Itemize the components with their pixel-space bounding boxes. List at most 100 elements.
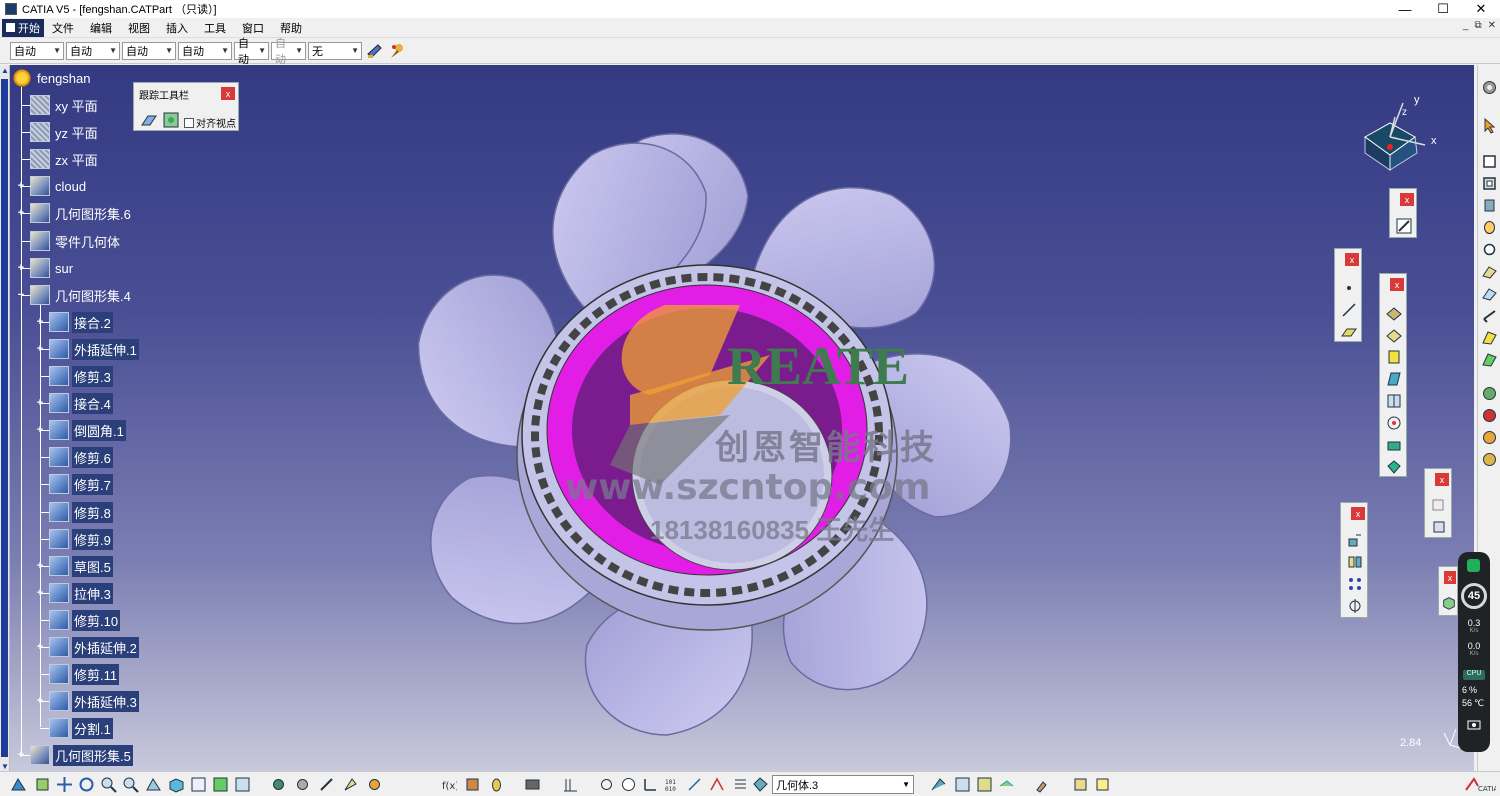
boolean-icon[interactable] — [954, 776, 971, 793]
zoom-out-icon[interactable] — [122, 776, 139, 793]
tree-item[interactable]: 零件几何体 — [21, 230, 122, 252]
tree-item[interactable]: + 外插延伸.3 — [37, 690, 139, 712]
tree-root[interactable]: fengshan — [12, 67, 93, 89]
shaft-icon[interactable] — [1481, 197, 1498, 214]
stiffener-icon[interactable] — [1481, 307, 1498, 324]
snap-icon[interactable] — [708, 776, 725, 793]
tree-item[interactable]: xy 平面 — [21, 94, 100, 116]
offset-surface-icon[interactable] — [1385, 436, 1403, 454]
menu-help[interactable]: 帮助 — [272, 20, 310, 36]
misc-toolbar-close-icon[interactable]: x — [1444, 571, 1456, 584]
tree-expander-icon[interactable]: + — [35, 560, 45, 572]
list-icon[interactable] — [732, 776, 749, 793]
measure-between-icon[interactable] — [270, 776, 287, 793]
3d-viewport[interactable]: REATE 创恩智能科技 www.szcntop.com 18138160835… — [10, 65, 1474, 771]
format-painter-icon[interactable] — [1034, 776, 1051, 793]
menu-file[interactable]: 文件 — [44, 20, 82, 36]
performance-monitor[interactable]: 45 0.3 K/s 0.0 K/s CPU 6 % 56 ℃ — [1458, 552, 1490, 752]
apply-material-icon[interactable] — [342, 776, 359, 793]
tree-expander-icon[interactable]: + — [16, 749, 26, 761]
sketch-icon[interactable] — [1395, 217, 1413, 235]
start-menu[interactable]: 开始 — [2, 18, 44, 37]
slot-icon[interactable] — [1481, 285, 1498, 302]
multi-section-surface-icon[interactable] — [1385, 392, 1403, 410]
tree-expander-icon[interactable]: + — [35, 343, 45, 355]
move-plane-icon[interactable] — [140, 111, 158, 129]
color-combo[interactable]: 自动 ▼ — [10, 41, 64, 60]
tree-scrollbar[interactable]: ▲ ▼ — [0, 65, 10, 771]
spiral-icon[interactable] — [598, 776, 615, 793]
shell-icon[interactable] — [1481, 451, 1498, 468]
axis-icon[interactable] — [642, 776, 659, 793]
tree-expander-icon[interactable]: + — [35, 695, 45, 707]
wireframe-toolbar-close-icon[interactable]: x — [1345, 253, 1359, 266]
tree-item[interactable]: + 倒圆角.1 — [37, 419, 126, 441]
transparency-combo[interactable]: 自动 ▼ — [66, 41, 120, 60]
insert-body-icon[interactable] — [930, 776, 947, 793]
parameter-icon[interactable] — [488, 776, 505, 793]
camera-icon[interactable] — [1467, 717, 1481, 731]
fill-surface-icon[interactable] — [1385, 370, 1403, 388]
pad-icon[interactable] — [1481, 153, 1498, 170]
menu-window[interactable]: 窗口 — [234, 20, 272, 36]
scroll-thumb[interactable] — [1, 79, 8, 757]
rotate-icon[interactable] — [78, 776, 95, 793]
pan-icon[interactable] — [56, 776, 73, 793]
point-icon[interactable] — [1340, 279, 1358, 297]
compass-snap-icon[interactable] — [620, 776, 637, 793]
knowledge-icon[interactable] — [366, 776, 383, 793]
tree-item[interactable]: + 接合.4 — [37, 392, 113, 414]
tree-item[interactable]: + 拉伸.3 — [37, 582, 113, 604]
hole-icon[interactable] — [1481, 241, 1498, 258]
analysis-icon[interactable] — [976, 776, 993, 793]
swap-space-icon[interactable] — [234, 776, 251, 793]
menu-tools[interactable]: 工具 — [196, 20, 234, 36]
paste-icon[interactable] — [1430, 517, 1448, 535]
menu-insert[interactable]: 插入 — [158, 20, 196, 36]
measure-inertia-icon[interactable] — [318, 776, 335, 793]
line-thickness-combo[interactable]: 自动 ▼ — [122, 41, 176, 60]
fly-mode-icon[interactable] — [10, 776, 27, 793]
join-surface-icon[interactable] — [1385, 458, 1403, 476]
tree-item[interactable]: 修剪.11 — [40, 663, 120, 685]
tree-item[interactable]: zx 平面 — [21, 148, 100, 170]
solid-box-icon[interactable] — [1441, 595, 1457, 611]
extrude-surface-icon[interactable] — [1385, 304, 1403, 322]
doc-close-button[interactable]: ✕ — [1488, 20, 1496, 31]
tree-item[interactable]: − 几何图形集.4 — [18, 284, 133, 306]
maximize-button[interactable]: ☐ — [1424, 0, 1462, 18]
line-icon[interactable] — [1340, 301, 1358, 319]
doc-minimize-button[interactable]: _ — [1463, 20, 1469, 31]
body-icon[interactable] — [752, 776, 769, 793]
menu-view[interactable]: 视图 — [120, 20, 158, 36]
tree-item[interactable]: + 几何图形集.6 — [18, 202, 133, 224]
tree-expander-icon[interactable]: + — [16, 207, 26, 219]
shading-icon[interactable] — [190, 776, 207, 793]
tree-item[interactable]: + 外插延伸.2 — [37, 636, 139, 658]
tree-item[interactable]: + sur — [18, 257, 75, 279]
painter-icon[interactable] — [365, 41, 385, 61]
catalog-icon[interactable] — [524, 776, 541, 793]
tree-expander-icon[interactable]: + — [16, 262, 26, 274]
analysis-toolbar-close-icon[interactable]: x — [1435, 473, 1449, 486]
rib-icon[interactable] — [1481, 263, 1498, 280]
tree-item[interactable]: 修剪.10 — [40, 609, 121, 631]
translate-icon[interactable] — [1346, 531, 1364, 549]
tree-expander-icon[interactable]: + — [35, 641, 45, 653]
isometric-view-icon[interactable] — [168, 776, 185, 793]
select-arrow-icon[interactable] — [1481, 117, 1498, 134]
sketch-toolbar-close-icon[interactable]: x — [1400, 193, 1414, 206]
tree-item[interactable]: 修剪.8 — [40, 501, 113, 523]
tree-item[interactable]: 修剪.7 — [40, 473, 113, 495]
align-viewpoint-checkbox[interactable]: 对齐视点 — [184, 115, 236, 130]
tree-item[interactable]: 修剪.6 — [40, 446, 113, 468]
minimize-button[interactable]: — — [1386, 0, 1424, 18]
blend-surface-icon[interactable] — [1385, 414, 1403, 432]
current-body-combo[interactable]: 几何体.3 ▼ — [772, 775, 914, 794]
tree-item[interactable]: + 几何图形集.5 — [18, 744, 133, 766]
groove-icon[interactable] — [1481, 219, 1498, 236]
surfaces-toolbar-close-icon[interactable]: x — [1390, 278, 1404, 291]
scroll-up-icon[interactable]: ▲ — [0, 65, 10, 75]
tree-item[interactable]: + 接合.2 — [37, 311, 113, 333]
settings-gear-icon[interactable] — [1481, 79, 1498, 96]
